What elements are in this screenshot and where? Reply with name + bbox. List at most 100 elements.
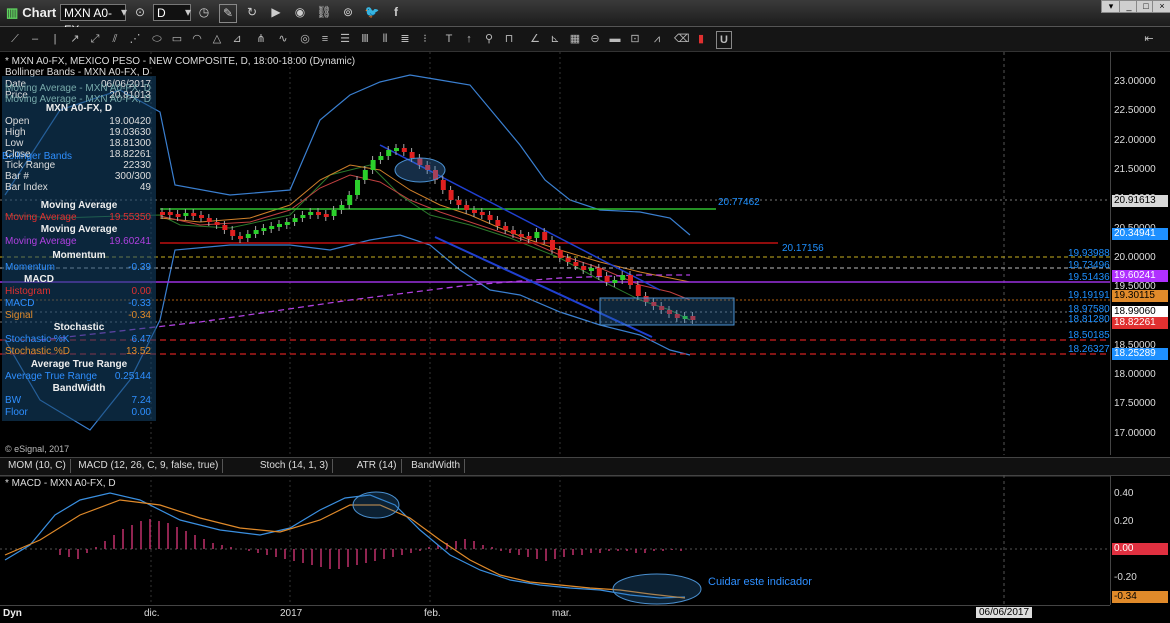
macd-panel[interactable]: * MACD - MXN A0-FX, D Cuidar este indica… (0, 475, 1110, 605)
play-icon[interactable]: ▶ (268, 4, 284, 21)
extended-line-icon[interactable]: ⤢ (88, 31, 102, 47)
candle (362, 170, 368, 180)
fib-fan-icon[interactable]: ≣ (398, 31, 412, 47)
info-signal-row: Signal -0.34 (5, 310, 153, 321)
title-bar: ▥Chart MXN A0-FX ▾ ⊙ D ▾ ◷ ✎ ↻ ▶ ◉ ⛓ ⊚ 🐦… (0, 0, 1170, 37)
candle (612, 280, 618, 283)
ray-icon[interactable]: ↗ (68, 31, 82, 47)
candle (292, 218, 298, 222)
interval-dropdown-icon[interactable]: ▾ (180, 4, 196, 21)
eraser-icon[interactable]: ⊖ (588, 31, 602, 47)
study-tab[interactable]: ATR (14) (353, 459, 402, 473)
erase-all-icon[interactable]: ⌫ (674, 31, 690, 47)
candle (401, 148, 407, 152)
info-row-label: Open (5, 116, 30, 127)
info-bw-head: BandWidth (52, 383, 106, 394)
study-tab[interactable]: BandWidth (407, 459, 466, 473)
fib-arc-icon[interactable]: ⁝ (418, 31, 432, 47)
study-tab[interactable]: MOM (10, C) (4, 459, 71, 473)
info-hist-row: Histogram 0.00 (5, 286, 153, 297)
candle (565, 258, 571, 262)
macd-annotation-text[interactable]: Cuidar este indicador (708, 576, 812, 588)
shape-icon[interactable]: ▬ (608, 31, 622, 47)
info-row-value: 19.03630 (109, 127, 151, 138)
rectangle-annotation[interactable] (599, 297, 735, 326)
candle (370, 160, 376, 170)
level-price-label: 18.26327 (1068, 344, 1110, 355)
toolbar-expand-icon[interactable]: ⇤ (1142, 31, 1156, 47)
measure-icon[interactable]: ⊾ (548, 31, 562, 47)
marker-icon[interactable]: ⚲ (482, 31, 496, 47)
price-axis-label: 20.00000 (1114, 251, 1156, 263)
channel-icon[interactable]: ⫽ (108, 31, 122, 47)
level-price-label: 19.51436 (1068, 272, 1110, 283)
date-label: mar. (552, 608, 572, 619)
capture-icon[interactable]: ⊚ (340, 4, 356, 21)
window-close-icon[interactable]: × (1152, 0, 1170, 13)
ellipse-annotation[interactable] (394, 157, 446, 183)
ellipse-icon[interactable]: ⬭ (150, 31, 164, 47)
level-price-label: 20.17156 (782, 243, 824, 254)
date-axis[interactable]: Dyn dic. 2017 feb. mar. 06/06/2017 (0, 605, 1110, 623)
refresh-icon[interactable]: ↻ (244, 4, 260, 21)
study-tab[interactable]: MACD (12, 26, C, 9, false, true) (74, 459, 224, 473)
info-atr-value: 0.25144 (114, 371, 151, 382)
regression-icon[interactable]: ⋰ (128, 31, 142, 47)
grid-icon[interactable]: ▦ (568, 31, 582, 47)
fib-circle-icon[interactable]: ◎ (298, 31, 312, 47)
cursor-info-window[interactable]: Date 06/06/2017 Moving Average - MXN A0-F… (2, 76, 156, 421)
fib-zones-icon[interactable]: ⦀ (378, 31, 392, 47)
fib-retracement-icon[interactable]: ≡ (318, 31, 332, 47)
interval-clock-icon[interactable]: ◷ (196, 4, 212, 21)
wave-icon[interactable]: ⩘ (650, 31, 664, 47)
candle (448, 190, 454, 200)
magnet-icon[interactable]: U (716, 31, 732, 49)
text-icon[interactable]: T (442, 31, 456, 47)
candle (175, 214, 181, 217)
facebook-icon[interactable]: f (388, 4, 404, 21)
price-chart[interactable]: * MXN A0-FX, MEXICO PESO - NEW COMPOSITE… (0, 52, 1110, 455)
price-axis-label: 18.00000 (1114, 369, 1156, 380)
rectangle-icon[interactable]: ▭ (170, 31, 184, 47)
triangle-icon[interactable]: △ (210, 31, 224, 47)
zoom-icon[interactable]: ⊡ (628, 31, 642, 47)
candle (487, 215, 493, 220)
trendline-icon[interactable]: ⟋ (8, 31, 22, 47)
symbol-dropdown-icon[interactable]: ▾ (116, 4, 132, 21)
candle (222, 225, 228, 230)
draw-pencil-icon[interactable]: ✎ (219, 4, 237, 23)
fib-time-icon[interactable]: Ⅲ (358, 31, 372, 47)
twitter-icon[interactable]: 🐦 (364, 4, 380, 21)
macd-ellipse-annotation-2[interactable] (612, 573, 702, 605)
info-ma2-head: Moving Average (40, 224, 118, 235)
window-menu-icon[interactable]: ▾ (1101, 0, 1121, 13)
link-icon[interactable]: ⛓ (316, 4, 332, 21)
macd-ellipse-annotation-1[interactable] (352, 491, 400, 519)
pitchfork-icon[interactable]: ⋔ (254, 31, 268, 47)
info-ohlc-row: High 19.03630 (5, 127, 153, 138)
info-hist-value: 0.00 (131, 286, 151, 297)
record-icon[interactable]: ◉ (292, 4, 308, 21)
arc-icon[interactable]: ◠ (190, 31, 204, 47)
dynamic-mode-label[interactable]: Dyn (3, 608, 22, 619)
fib-extension-icon[interactable]: ☰ (338, 31, 352, 47)
vertical-line-icon[interactable]: | (48, 31, 62, 47)
cycle-icon[interactable]: ∿ (276, 31, 290, 47)
arrow-up-icon[interactable]: ↑ (462, 31, 476, 47)
candle (472, 210, 477, 213)
info-stochd-value: 13.52 (125, 346, 151, 357)
note-icon[interactable]: ⊓ (502, 31, 516, 47)
info-ohlc-row: Low 18.81300 (5, 138, 153, 149)
app-label: Chart (22, 5, 57, 20)
level-price-label: 19.73496 (1068, 260, 1110, 271)
horizontal-line-icon[interactable]: – (28, 31, 42, 47)
study-tab[interactable]: Stoch (14, 1, 3) (256, 459, 334, 473)
gann-icon[interactable]: ⊿ (230, 31, 244, 47)
drawing-toolbar: ⟋ – | ↗ ⤢ ⫽ ⋰ ⬭ ▭ ◠ △ ⊿ ⋔ ∿ ◎ ≡ ☰ Ⅲ ⦀ ≣ … (0, 27, 1170, 52)
candle (245, 234, 251, 238)
symbol-lookup-icon[interactable]: ⊙ (132, 4, 148, 21)
level-price-label: 20.77462 (718, 197, 760, 208)
angle-icon[interactable]: ∠ (528, 31, 542, 47)
candle (230, 230, 236, 236)
delete-drawing-icon[interactable]: ▮ (694, 31, 708, 47)
